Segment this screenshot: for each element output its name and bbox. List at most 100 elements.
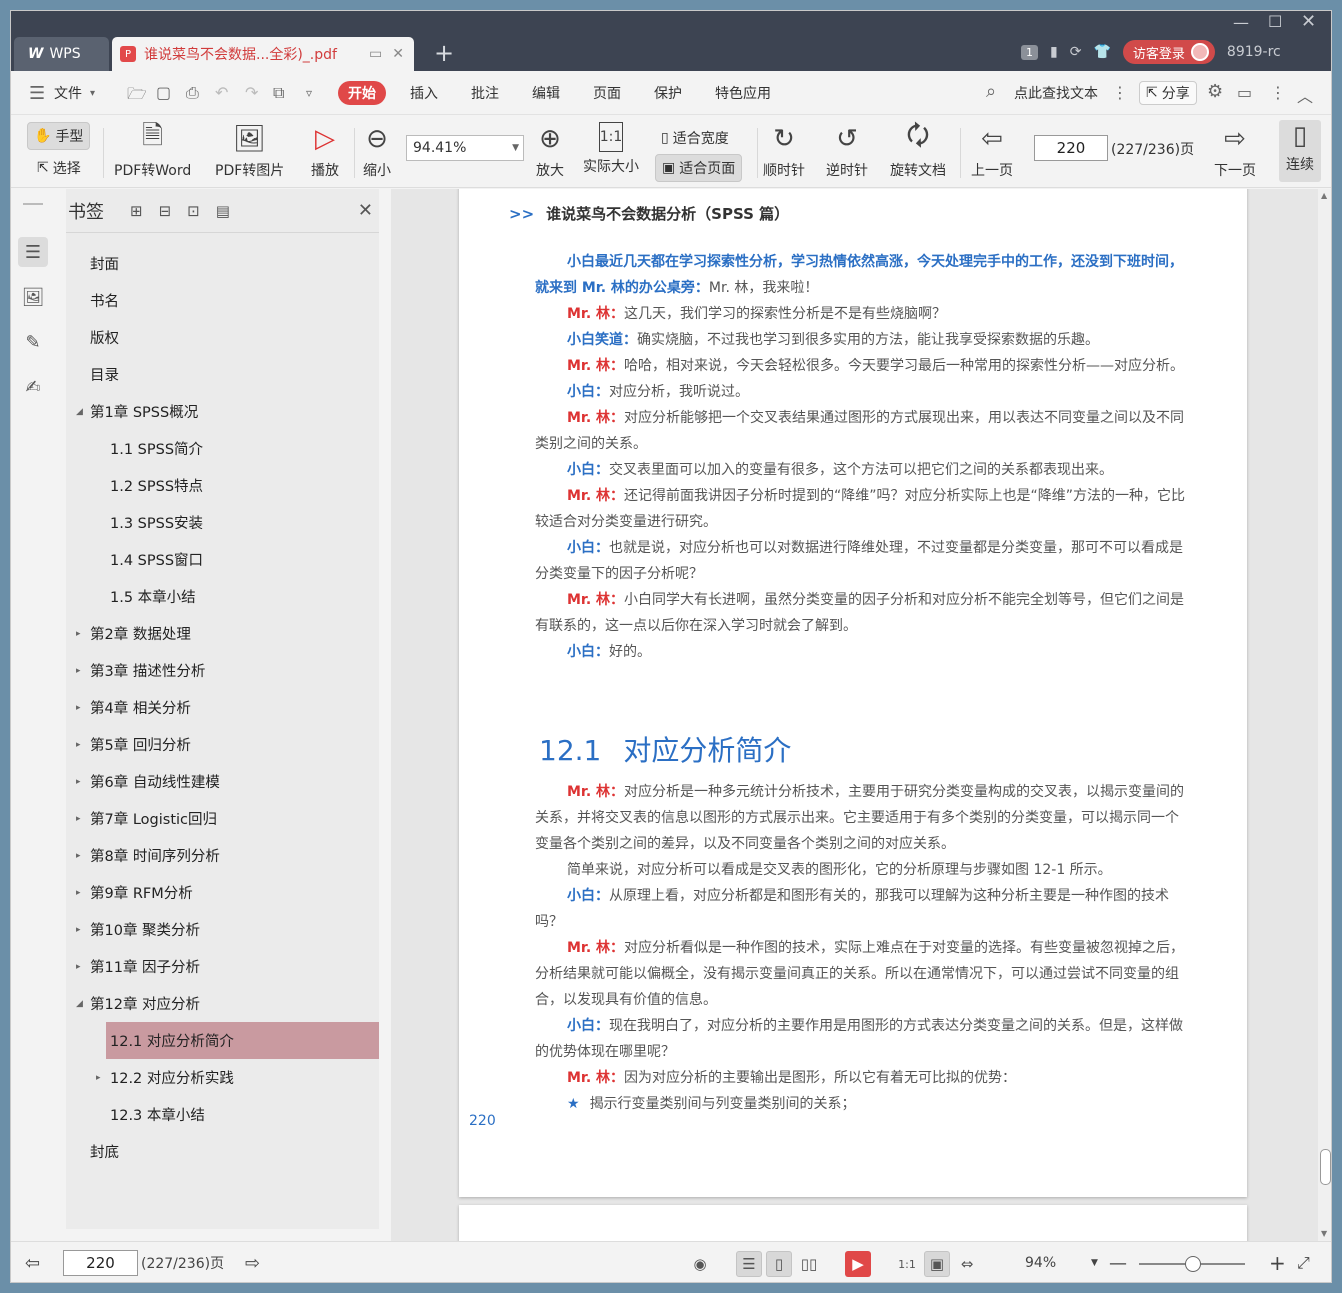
- zoom-slider-handle[interactable]: [1185, 1256, 1201, 1272]
- gear-icon[interactable]: ⚙: [1207, 81, 1223, 102]
- bookmark-item[interactable]: 封底: [66, 1133, 379, 1170]
- close-window-icon[interactable]: ✕: [1301, 11, 1316, 32]
- bookmark-item[interactable]: ▸ 第8章 时间序列分析: [66, 837, 379, 874]
- more-dropdown-icon[interactable]: ▿: [306, 86, 312, 100]
- fullscreen-icon[interactable]: ⤢: [1297, 1252, 1310, 1274]
- bookmark-panel-icon[interactable]: ☰: [18, 237, 48, 267]
- close-tab-icon[interactable]: ✕: [392, 46, 404, 62]
- bookmark-item[interactable]: ◢ 第1章 SPSS概况: [66, 393, 379, 430]
- bookmark-options-icon[interactable]: ▤: [216, 202, 230, 220]
- document-tab[interactable]: P 谁说菜鸟不会数据...全彩)_.pdf ▭ ✕: [112, 37, 414, 71]
- fit-width-status-icon[interactable]: ⇔: [954, 1251, 980, 1277]
- comment-icon[interactable]: ▭: [1237, 83, 1252, 102]
- guest-login-button[interactable]: 访客登录: [1122, 40, 1215, 64]
- bookmark-item[interactable]: ▸ 第11章 因子分析: [66, 948, 379, 985]
- status-prev-icon[interactable]: ⇦: [25, 1252, 40, 1274]
- save-icon[interactable]: ▢: [156, 83, 171, 102]
- collapsed-arrow-icon[interactable]: ▸: [76, 777, 81, 787]
- find-text-button[interactable]: 点此查找文本: [1014, 81, 1098, 105]
- bookmark-item[interactable]: 1.3 SPSS安装: [66, 504, 379, 541]
- hand-tool-button[interactable]: ✋ 手型: [27, 122, 91, 150]
- more-icon[interactable]: ⋮: [1270, 83, 1286, 102]
- previous-page-button[interactable]: ⇦ 上一页: [971, 122, 1013, 180]
- collapsed-arrow-icon[interactable]: ▸: [76, 703, 81, 713]
- bookmark-item[interactable]: ▸ 第6章 自动线性建模: [66, 763, 379, 800]
- scroll-down-icon[interactable]: ▼: [1321, 1229, 1327, 1238]
- wps-home-tab[interactable]: W WPS: [14, 37, 109, 71]
- add-bookmark-icon[interactable]: ⊡: [187, 202, 200, 220]
- collapsed-arrow-icon[interactable]: ▸: [76, 888, 81, 898]
- fit-page-status-icon[interactable]: ▣: [924, 1251, 950, 1277]
- kebab-icon[interactable]: ⋮: [1112, 83, 1128, 102]
- page-number-input[interactable]: 220: [1034, 135, 1108, 161]
- signature-icon[interactable]: ✍: [18, 372, 48, 402]
- tab-edit[interactable]: 编辑: [532, 81, 560, 105]
- single-page-icon[interactable]: ▯: [766, 1251, 792, 1277]
- expand-all-icon[interactable]: ⊞: [130, 202, 143, 220]
- maximize-icon[interactable]: ☐: [1268, 12, 1282, 31]
- pdf-to-word-button[interactable]: 🗎 PDF转Word: [114, 121, 191, 180]
- window-count-badge[interactable]: 1: [1021, 44, 1038, 60]
- collapsed-arrow-icon[interactable]: ▸: [76, 740, 81, 750]
- tab-annotate[interactable]: 批注: [471, 81, 499, 105]
- scroll-thumb[interactable]: [1320, 1149, 1331, 1185]
- bookmark-item[interactable]: ▸ 第4章 相关分析: [66, 689, 379, 726]
- bookmark-item[interactable]: ▸ 第3章 描述性分析: [66, 652, 379, 689]
- fit-width-button[interactable]: ▯ 适合宽度: [655, 124, 735, 152]
- skin-icon[interactable]: 👕: [1093, 44, 1110, 60]
- bookmark-item[interactable]: 书名: [66, 282, 379, 319]
- zoom-minus-icon[interactable]: —: [1109, 1252, 1127, 1274]
- file-menu[interactable]: 文件 ▾: [54, 81, 95, 105]
- bookmark-item[interactable]: 12.3 本章小结: [66, 1096, 379, 1133]
- collapsed-arrow-icon[interactable]: ▸: [76, 666, 81, 676]
- two-page-icon[interactable]: ▯▯: [796, 1251, 822, 1277]
- document-viewport[interactable]: >> 谁说菜鸟不会数据分析（SPSS 篇） 小白最近几天都在学习探索性分析，学习热…: [391, 189, 1318, 1241]
- tab-page[interactable]: 页面: [593, 81, 621, 105]
- bookmark-item[interactable]: ▸ 第9章 RFM分析: [66, 874, 379, 911]
- single-page-scroll-icon[interactable]: ☰: [736, 1251, 762, 1277]
- print-icon[interactable]: ⎙: [186, 83, 199, 103]
- vertical-scrollbar[interactable]: ▲ ▼: [1318, 189, 1331, 1241]
- sync-icon[interactable]: ⟳: [1070, 44, 1082, 60]
- expanded-arrow-icon[interactable]: ◢: [76, 999, 83, 1009]
- pdf-to-image-button[interactable]: 🖼 PDF转图片: [215, 122, 284, 180]
- continuous-button[interactable]: ▯ 连续: [1279, 120, 1321, 182]
- rotate-clockwise-button[interactable]: ↻ 顺时针: [763, 122, 805, 180]
- minimize-icon[interactable]: —: [1233, 13, 1249, 32]
- collapsed-arrow-icon[interactable]: ▸: [76, 851, 81, 861]
- tab-insert[interactable]: 插入: [410, 81, 438, 105]
- bookmark-item[interactable]: 封面: [66, 245, 379, 282]
- status-page-input[interactable]: 220: [63, 1250, 138, 1276]
- zoom-plus-icon[interactable]: +: [1269, 1251, 1286, 1275]
- monitor-icon[interactable]: ▭: [369, 46, 382, 62]
- share-button[interactable]: ⇱ 分享: [1139, 81, 1197, 105]
- bookmark-item[interactable]: 版权: [66, 319, 379, 356]
- rotate-counterclockwise-button[interactable]: ↺ 逆时针: [826, 122, 868, 180]
- layout-icon[interactable]: ▮: [1050, 44, 1058, 60]
- bookmark-item[interactable]: ▸ 第2章 数据处理: [66, 615, 379, 652]
- collapsed-arrow-icon[interactable]: ▸: [76, 629, 81, 639]
- bookmark-item[interactable]: ◢ 第12章 对应分析: [66, 985, 379, 1022]
- collapsed-arrow-icon[interactable]: ▸: [96, 1073, 101, 1083]
- collapsed-arrow-icon[interactable]: ▸: [76, 925, 81, 935]
- scroll-up-icon[interactable]: ▲: [1321, 191, 1327, 200]
- tab-protect[interactable]: 保护: [654, 81, 682, 105]
- close-panel-icon[interactable]: ✕: [358, 200, 373, 221]
- zoom-out-button[interactable]: ⊖ 缩小: [363, 122, 391, 180]
- collapsed-arrow-icon[interactable]: ▸: [76, 962, 81, 972]
- bookmark-item[interactable]: ▸ 12.2 对应分析实践: [66, 1059, 379, 1096]
- bookmark-item[interactable]: 目录: [66, 356, 379, 393]
- collapse-ribbon-icon[interactable]: ︿: [1297, 83, 1313, 107]
- open-folder-icon[interactable]: 🗁: [127, 83, 147, 110]
- collapsed-arrow-icon[interactable]: ▸: [76, 814, 81, 824]
- bookmark-item[interactable]: 1.4 SPSS窗口: [66, 541, 379, 578]
- tab-features[interactable]: 特色应用: [715, 81, 771, 105]
- actual-size-button[interactable]: 1:1 实际大小: [583, 122, 639, 176]
- tab-start[interactable]: 开始: [338, 81, 386, 105]
- bookmark-item[interactable]: 1.5 本章小结: [66, 578, 379, 615]
- bookmark-item[interactable]: ▸ 第7章 Logistic回归: [66, 800, 379, 837]
- thumbnail-icon[interactable]: 🖼: [18, 282, 48, 312]
- actual-size-status-icon[interactable]: 1:1: [894, 1251, 920, 1277]
- new-tab-button[interactable]: +: [434, 39, 454, 67]
- expanded-arrow-icon[interactable]: ◢: [76, 407, 83, 417]
